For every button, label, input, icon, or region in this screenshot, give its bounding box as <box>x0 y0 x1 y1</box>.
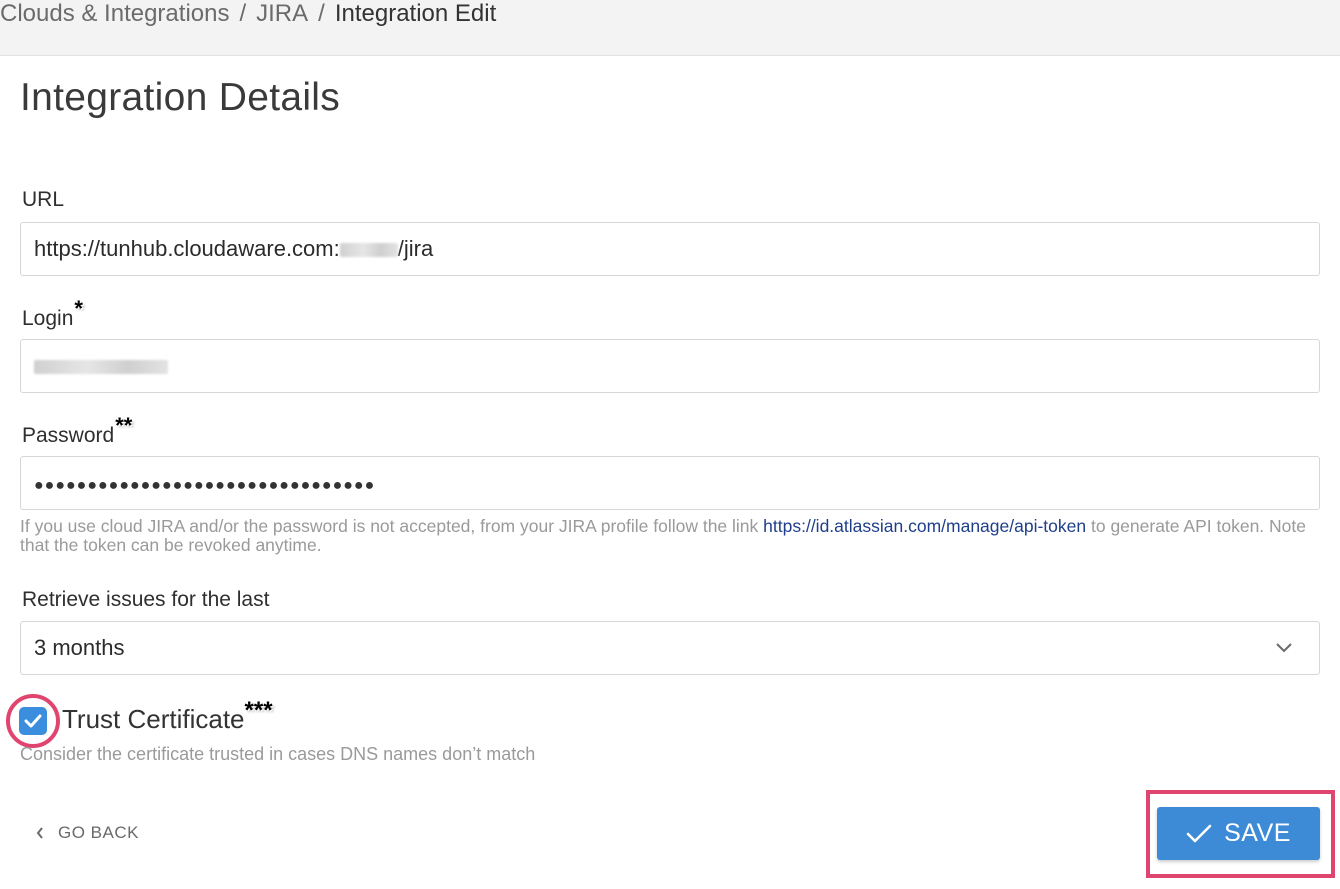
password-masked-value: ●●●●●●●●●●●●●●●●●●●●●●●●●●●●●●●● <box>34 477 376 494</box>
top-bar: Clouds & Integrations / JIRA / Integration E… <box>0 0 1340 56</box>
breadcrumb-current: Integration Edit <box>334 0 497 27</box>
retrieve-label-text: Retrieve issues for the last <box>22 588 270 611</box>
redacted-port <box>339 243 398 258</box>
password-label-text: Password <box>22 424 115 447</box>
url-label: URL <box>22 188 64 212</box>
password-help-text: If you use cloud JIRA and/or the passwor… <box>20 517 1325 555</box>
breadcrumb-separator: / <box>239 0 247 27</box>
retrieve-select[interactable]: 3 months <box>20 621 1320 675</box>
trust-certificate-checkbox[interactable] <box>19 707 47 735</box>
api-token-link[interactable]: https://id.atlassian.com/manage/api-toke… <box>763 516 1086 536</box>
go-back-button[interactable]: GO BACK <box>36 823 139 843</box>
password-input[interactable]: ●●●●●●●●●●●●●●●●●●●●●●●●●●●●●●●● <box>20 456 1320 510</box>
password-label: Password** <box>22 413 132 448</box>
chevron-left-icon <box>36 827 43 839</box>
breadcrumb-item-clouds-integrations[interactable]: Clouds & Integrations <box>0 0 229 27</box>
breadcrumb-item-jira[interactable]: JIRA <box>256 0 308 27</box>
password-help-before: If you use cloud JIRA and/or the passwor… <box>20 516 764 536</box>
login-label-text: Login <box>22 307 74 330</box>
url-value-suffix: /jira <box>397 236 434 261</box>
login-input[interactable] <box>20 339 1320 393</box>
retrieve-label: Retrieve issues for the last <box>22 588 269 612</box>
trust-certificate-label[interactable]: Trust Certificate*** <box>62 697 273 735</box>
login-required-mark: * <box>74 296 83 321</box>
retrieve-selected-value: 3 months <box>34 635 125 660</box>
trust-certificate-label-text: Trust Certificate <box>62 704 245 734</box>
checkbox-checked-icon <box>24 714 42 728</box>
page-title: Integration Details <box>20 76 341 119</box>
redacted-login-value <box>34 360 168 375</box>
url-input[interactable]: https://tunhub.cloudaware.com: /jira <box>20 222 1320 276</box>
go-back-label: GO BACK <box>58 823 139 842</box>
breadcrumb-separator: / <box>318 0 325 27</box>
chevron-down-icon <box>1276 643 1292 653</box>
trust-certificate-required-mark: *** <box>244 697 273 724</box>
url-value-prefix: https://tunhub.cloudaware.com: <box>34 236 340 261</box>
trust-certificate-help: Consider the certificate trusted in case… <box>20 744 536 764</box>
login-label: Login* <box>22 296 83 331</box>
save-label: SAVE <box>1224 819 1291 847</box>
checkmark-icon <box>1186 824 1212 842</box>
url-label-text: URL <box>22 188 65 211</box>
password-required-mark: ** <box>115 413 133 438</box>
save-button[interactable]: SAVE <box>1157 807 1320 860</box>
breadcrumb: Clouds & Integrations / JIRA / Integration E… <box>0 0 496 30</box>
